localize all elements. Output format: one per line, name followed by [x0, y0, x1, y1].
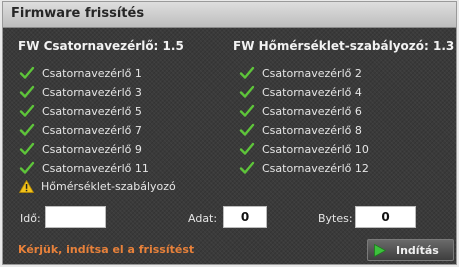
list-item: Csatornavezérlő 7	[19, 122, 142, 138]
firmware-update-dialog: Firmware frissítés FW Csatornavezérlő: 1…	[2, 1, 457, 265]
time-label: Idő:	[20, 212, 41, 225]
check-icon	[19, 161, 35, 174]
check-icon	[239, 123, 255, 136]
list-item: Csatornavezérlő 2	[239, 65, 362, 81]
check-icon	[239, 104, 255, 117]
list-item-label: Csatornavezérlő 5	[42, 104, 142, 118]
list-item-label: Csatornavezérlő 11	[42, 161, 149, 175]
list-item-label: Csatornavezérlő 1	[42, 66, 142, 80]
list-item-label: Csatornavezérlő 10	[262, 142, 369, 156]
title-bar: Firmware frissítés	[3, 2, 456, 28]
list-item-label: Csatornavezérlő 8	[262, 123, 362, 137]
start-button-label: Indítás	[396, 243, 439, 257]
check-icon	[239, 85, 255, 98]
list-item: Csatornavezérlő 9	[19, 141, 142, 157]
list-item-label: Csatornavezérlő 2	[262, 66, 362, 80]
data-label: Adat:	[188, 212, 218, 225]
status-message: Kérjük, indítsa el a frissítést	[18, 243, 195, 256]
check-icon	[19, 66, 35, 79]
warning-icon	[19, 179, 34, 193]
temperature-controller-warning: Hőmérséklet-szabályozó	[19, 178, 176, 194]
check-icon	[239, 142, 255, 155]
check-icon	[239, 161, 255, 174]
time-field[interactable]	[45, 206, 106, 228]
list-item: Csatornavezérlő 6	[239, 103, 362, 119]
check-icon	[19, 142, 35, 155]
check-icon	[19, 104, 35, 117]
list-item-label: Csatornavezérlő 7	[42, 123, 142, 137]
list-item-label: Csatornavezérlő 9	[42, 142, 142, 156]
list-item: Csatornavezérlő 3	[19, 84, 142, 100]
window-title: Firmware frissítés	[11, 6, 145, 21]
list-item: Csatornavezérlő 8	[239, 122, 362, 138]
start-button[interactable]: Indítás	[367, 239, 454, 261]
list-item: Csatornavezérlő 12	[239, 160, 369, 176]
list-item: Csatornavezérlő 1	[19, 65, 142, 81]
check-icon	[19, 123, 35, 136]
bytes-field[interactable]: 0	[355, 206, 416, 228]
list-item: Csatornavezérlő 5	[19, 103, 142, 119]
list-item: Csatornavezérlő 10	[239, 141, 369, 157]
channel-controller-fw-title: FW Csatornavezérlő: 1.5	[18, 39, 184, 53]
temperature-controller-fw-title: FW Hőmérséklet-szabályozó: 1.3	[233, 39, 455, 53]
check-icon	[19, 85, 35, 98]
list-item-label: Csatornavezérlő 4	[262, 85, 362, 99]
play-icon	[374, 243, 386, 257]
data-field[interactable]: 0	[223, 206, 267, 228]
list-item: Csatornavezérlő 4	[239, 84, 362, 100]
warning-label: Hőmérséklet-szabályozó	[41, 179, 176, 193]
list-item-label: Csatornavezérlő 6	[262, 104, 362, 118]
bytes-label: Bytes:	[318, 212, 353, 225]
check-icon	[239, 66, 255, 79]
list-item: Csatornavezérlő 11	[19, 160, 149, 176]
list-item-label: Csatornavezérlő 12	[262, 161, 369, 175]
list-item-label: Csatornavezérlő 3	[42, 85, 142, 99]
